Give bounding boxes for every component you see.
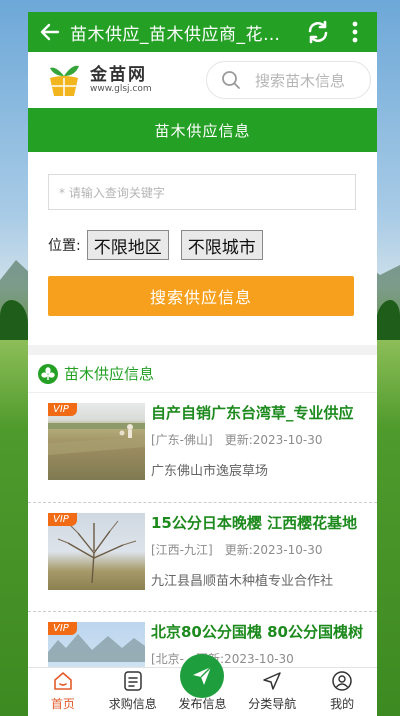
page-title: 苗木供应_苗木供应商_花卉苗木供应信息 [70, 24, 297, 45]
vip-badge: VIP [48, 513, 77, 526]
tab-publish[interactable]: 发布信息 [168, 654, 238, 716]
search-placeholder: 搜索苗木信息 [255, 71, 346, 90]
top-bar: 苗木供应_苗木供应商_花卉苗木供应信息 [28, 12, 377, 52]
user-icon [332, 671, 352, 691]
item-company: 九江县昌顺苗木种植专业合作社 [151, 574, 334, 589]
tab-home-label: 首页 [50, 697, 75, 711]
tab-purchase-label: 求购信息 [108, 697, 157, 711]
paper-plane-icon [193, 666, 212, 685]
list-heading-text: 苗木供应信息 [64, 365, 155, 383]
keyword-input[interactable]: * 请输入查询关键字 [48, 174, 356, 210]
refresh-icon[interactable] [303, 17, 333, 47]
item-company: 广东佛山市逸宸草场 [151, 464, 269, 479]
logo-url: www.glsj.com [90, 83, 152, 94]
item-updated: 更新:2023-10-30 [224, 543, 323, 557]
tab-purchase[interactable]: 求购信息 [98, 668, 168, 716]
location-label: 位置: [48, 238, 81, 254]
search-icon [222, 71, 240, 89]
location-row: 位置: 不限地区 不限城市 [48, 230, 357, 260]
home-icon [54, 672, 72, 690]
item-title[interactable]: 自产自销广东台湾草_专业供应 [151, 403, 369, 423]
item-thumbnail: VIP [48, 403, 145, 480]
navigation-arrow-icon [263, 672, 282, 690]
background-tree-right [376, 300, 400, 340]
vip-badge: VIP [48, 622, 77, 635]
tab-mine[interactable]: 我的 [307, 668, 377, 716]
bottom-tab-bar: 首页 求购信息 发布信息 分类导航 我的 [28, 654, 377, 716]
search-box[interactable]: 搜索苗木信息 [206, 61, 371, 99]
item-title[interactable]: 15公分日本晚樱 江西樱花基地 [151, 513, 369, 533]
more-options-icon[interactable] [341, 17, 369, 47]
logo-name: 金苗网 [90, 64, 147, 85]
item-updated: 更新:2023-10-30 [224, 433, 323, 447]
item-location: [北京- [151, 652, 185, 666]
item-location: [广东-佛山] [151, 433, 213, 447]
tab-category[interactable]: 分类导航 [237, 668, 307, 716]
tab-home[interactable]: 首页 [28, 668, 98, 716]
divider [28, 345, 377, 355]
document-list-icon [123, 671, 142, 691]
item-title[interactable]: 北京80公分国槐 80公分国槐树 [151, 622, 369, 642]
list-heading: 苗木供应信息 [28, 355, 377, 393]
search-form: * 请输入查询关键字 位置: 不限地区 不限城市 搜索供应信息 [28, 152, 377, 345]
site-logo[interactable]: 金苗网 www.glsj.com [46, 62, 188, 98]
clover-icon [38, 363, 58, 384]
app-window: 苗木供应_苗木供应商_花卉苗木供应信息 金苗网 www.g [28, 12, 377, 716]
item-location: [江西-九江] [151, 543, 213, 557]
tab-category-label: 分类导航 [248, 697, 297, 711]
search-supply-button[interactable]: 搜索供应信息 [48, 276, 354, 316]
vip-badge: VIP [48, 403, 77, 416]
list-item[interactable]: VIP 15公分日本晚樱 江西樱花基地 [江西-九江] 更新:2023-10-3… [28, 502, 377, 611]
tab-mine-label: 我的 [330, 697, 355, 711]
list-item[interactable]: VIP 自产自销广东台湾草_专业供应 [广东-佛山] 更新:2023-10-30… [28, 393, 377, 502]
back-arrow-icon[interactable] [36, 18, 64, 46]
item-thumbnail: VIP [48, 513, 145, 590]
site-header: 金苗网 www.glsj.com 搜索苗木信息 [28, 52, 377, 108]
logo-sprout-icon [50, 65, 79, 96]
city-select[interactable]: 不限城市 [180, 230, 263, 260]
section-title-bar: 苗木供应信息 [28, 108, 377, 152]
region-select[interactable]: 不限地区 [86, 230, 169, 260]
publish-button[interactable] [180, 654, 225, 698]
